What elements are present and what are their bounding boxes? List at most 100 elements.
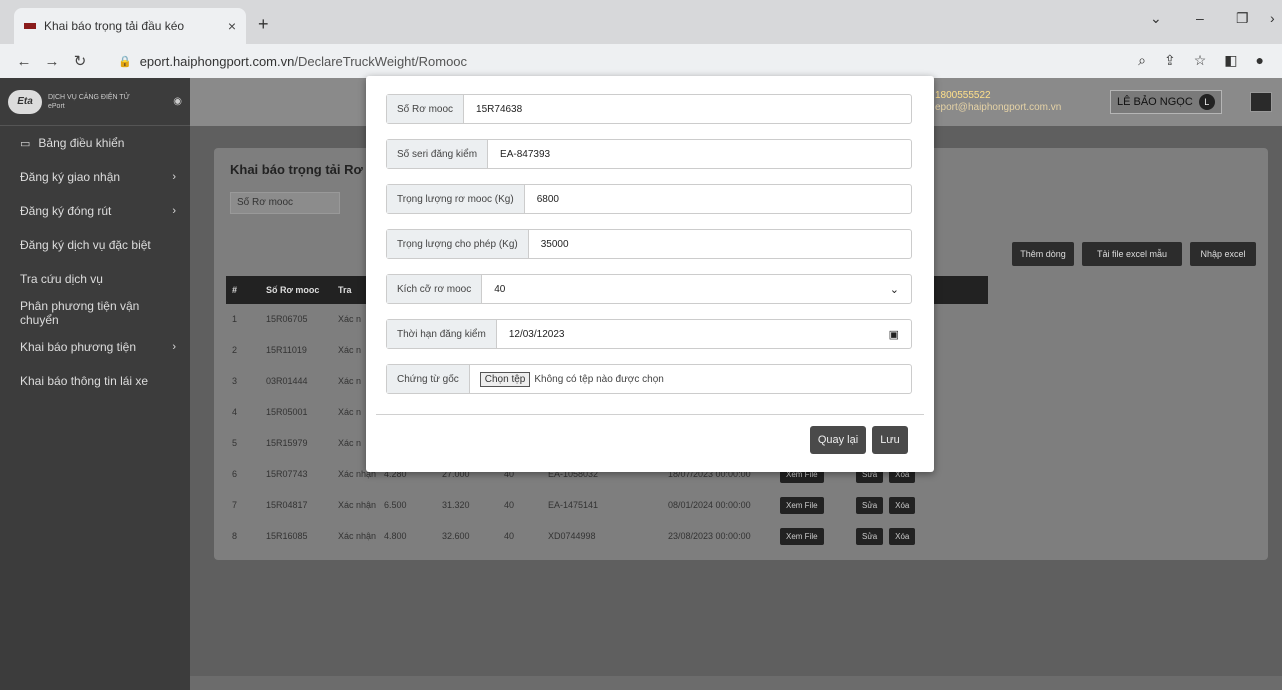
sidebar-item-label: Đăng ký giao nhận [20, 170, 121, 184]
romooc-number-field[interactable]: Số Rơ mooc 15R74638 [386, 94, 912, 124]
profile-icon[interactable]: ● [1256, 52, 1264, 69]
romooc-weight-field[interactable]: Trọng lượng rơ mooc (Kg) 6800 [386, 184, 912, 214]
inspection-expiry-field[interactable]: Thời hạn đăng kiểm 12/03/12023 ▣ [386, 319, 912, 349]
table-row: 7 15R04817 Xác nhận 6.500 31.320 40 EA-1475141… [226, 490, 988, 520]
sidebar-item[interactable]: Phân phương tiện vận chuyển [0, 296, 190, 330]
table-cell: Xác nhận [338, 531, 377, 541]
import-excel-button[interactable]: Nhập excel [1190, 242, 1256, 266]
field-label: Thời hạn đăng kiểm [387, 320, 497, 348]
edit-button[interactable]: Sửa [856, 496, 884, 514]
field-value[interactable]: 40 [482, 284, 890, 295]
table-cell: 23/08/2023 00:00:00 [668, 531, 751, 541]
back-button[interactable]: Quay lại [810, 426, 866, 454]
table-cell: XD0744998 [548, 531, 596, 541]
save-button[interactable]: Lưu [872, 426, 908, 454]
url-host: eport.haiphongport.com.vn [139, 53, 295, 69]
table-cell: 32.600 [442, 531, 470, 541]
table-cell: 6.500 [384, 500, 407, 510]
field-value[interactable]: 15R74638 [464, 104, 911, 115]
choose-file-button[interactable]: Chọn tệp [479, 371, 531, 387]
table-cell: 03R01444 [266, 376, 308, 386]
source-document-field[interactable]: Chứng từ gốc Chọn tệp Không có tệp nào đượ… [386, 364, 912, 394]
table-cell: 4 [232, 407, 238, 417]
field-value[interactable]: 35000 [529, 239, 911, 250]
url-path: /DeclareTruckWeight/Romooc [294, 53, 468, 69]
forward-icon[interactable]: → [38, 53, 66, 70]
edit-button[interactable]: Sửa [856, 527, 884, 545]
delete-button[interactable]: Xóa [889, 527, 916, 545]
sidebar-item[interactable]: ▭ Bảng điều khiển [0, 126, 190, 160]
sidebar-item[interactable]: Đăng ký dịch vụ đặc biệt [0, 228, 190, 262]
table-cell: 3 [232, 376, 238, 386]
table-cell: Xác nhận [338, 500, 377, 510]
back-icon[interactable]: ← [10, 53, 38, 70]
view-file-button[interactable]: Xem File [780, 528, 824, 545]
browser-tab[interactable]: Khai báo trọng tải đầu kéo × [14, 8, 246, 44]
field-label: Trọng lượng cho phép (Kg) [387, 230, 529, 258]
delete-button[interactable]: Xóa [889, 496, 916, 514]
contact-info: 1800555522 eport@haiphongport.com.vn [935, 90, 1061, 114]
user-menu-button[interactable]: LÊ BẢO NGỌC L [1110, 90, 1222, 114]
field-label: Chứng từ gốc [387, 365, 470, 393]
zoom-icon[interactable]: ⌕ [1138, 52, 1146, 69]
share-icon[interactable]: ⇪ [1164, 52, 1176, 69]
field-label: Trọng lượng rơ mooc (Kg) [387, 185, 525, 213]
sidebar-item-label: Đăng ký đóng rút [20, 204, 112, 218]
allowed-weight-field[interactable]: Trọng lượng cho phép (Kg) 35000 [386, 229, 912, 259]
col-romooc: Số Rơ mooc [266, 285, 320, 295]
new-tab-button[interactable]: + [258, 14, 269, 35]
sidebar-toggle-icon[interactable]: ◉ [173, 96, 182, 107]
sidebar: Eta DỊCH VỤ CẢNG ĐIỆN TỬ ePort ◉ ▭ Bảng đ… [0, 78, 190, 690]
sidebar-item-label: Bảng điều khiển [38, 136, 125, 150]
close-window-icon[interactable]: › [1270, 10, 1275, 26]
dashboard-icon: ▭ [20, 137, 31, 150]
filter-romooc-input[interactable]: Số Rơ mooc [230, 192, 340, 214]
chevron-down-icon[interactable]: ⌄ [890, 283, 899, 296]
table-cell: 15R04817 [266, 500, 308, 510]
favicon-icon [24, 23, 36, 29]
field-label: Số Rơ mooc [387, 95, 465, 123]
table-cell: 15R15979 [266, 438, 308, 448]
table-cell: 2 [232, 345, 238, 355]
table-cell: 15R07743 [266, 469, 308, 479]
field-value[interactable]: EA-847393 [488, 149, 911, 160]
sidepanel-icon[interactable]: ◧ [1224, 52, 1237, 69]
modal-divider [376, 414, 924, 415]
table-cell: 40 [504, 531, 515, 541]
table-cell: 08/01/2024 00:00:00 [668, 500, 751, 510]
lock-icon: 🔒 [118, 55, 132, 68]
calendar-icon[interactable]: ▣ [889, 328, 899, 341]
brand-text: DỊCH VỤ CẢNG ĐIỆN TỬ ePort [48, 93, 130, 110]
close-tab-icon[interactable]: × [228, 18, 236, 34]
tab-title: Khai báo trọng tải đầu kéo [44, 19, 185, 33]
sidebar-item[interactable]: Đăng ký đóng rút › [0, 194, 190, 228]
field-value[interactable]: 12/03/12023 [497, 329, 889, 340]
romooc-size-select[interactable]: Kích cỡ rơ mooc 40 ⌄ [386, 274, 912, 304]
declare-romooc-modal: Số Rơ mooc 15R74638 Số seri đăng kiểm EA-84… [366, 76, 934, 472]
view-file-button[interactable]: Xem File [780, 497, 824, 514]
add-row-button[interactable]: Thêm dòng [1012, 242, 1074, 266]
logout-icon[interactable] [1250, 92, 1272, 112]
restore-icon[interactable]: ❐ [1236, 10, 1249, 27]
inspection-serial-field[interactable]: Số seri đăng kiểm EA-847393 [386, 139, 912, 169]
logo: Eta [8, 89, 42, 114]
tab-search-icon[interactable]: ⌄ [1150, 10, 1162, 27]
table-cell: 4.800 [384, 531, 407, 541]
sidebar-item[interactable]: Khai báo thông tin lái xe [0, 364, 190, 398]
address-bar-row: ← → ↻ 🔒 eport.haiphongport.com.vn/Declar… [0, 44, 1282, 78]
sidebar-item[interactable]: Đăng ký giao nhận › [0, 160, 190, 194]
field-value[interactable]: 6800 [525, 194, 911, 205]
download-template-button[interactable]: Tải file excel mẫu [1082, 242, 1182, 266]
reload-icon[interactable]: ↻ [66, 52, 94, 70]
table-cell: 5 [232, 438, 238, 448]
col-index: # [232, 285, 238, 295]
bookmark-star-icon[interactable]: ☆ [1194, 52, 1207, 69]
sidebar-item-label: Tra cứu dịch vụ [20, 272, 103, 286]
hotline: 1800555522 [935, 90, 991, 101]
table-cell: 15R05001 [266, 407, 308, 417]
url-field[interactable]: 🔒 eport.haiphongport.com.vn/DeclareTruck… [118, 49, 1118, 73]
chevron-right-icon: › [172, 341, 176, 353]
sidebar-item[interactable]: Khai báo phương tiện › [0, 330, 190, 364]
minimize-icon[interactable]: – [1196, 10, 1204, 26]
sidebar-item[interactable]: Tra cứu dịch vụ [0, 262, 190, 296]
